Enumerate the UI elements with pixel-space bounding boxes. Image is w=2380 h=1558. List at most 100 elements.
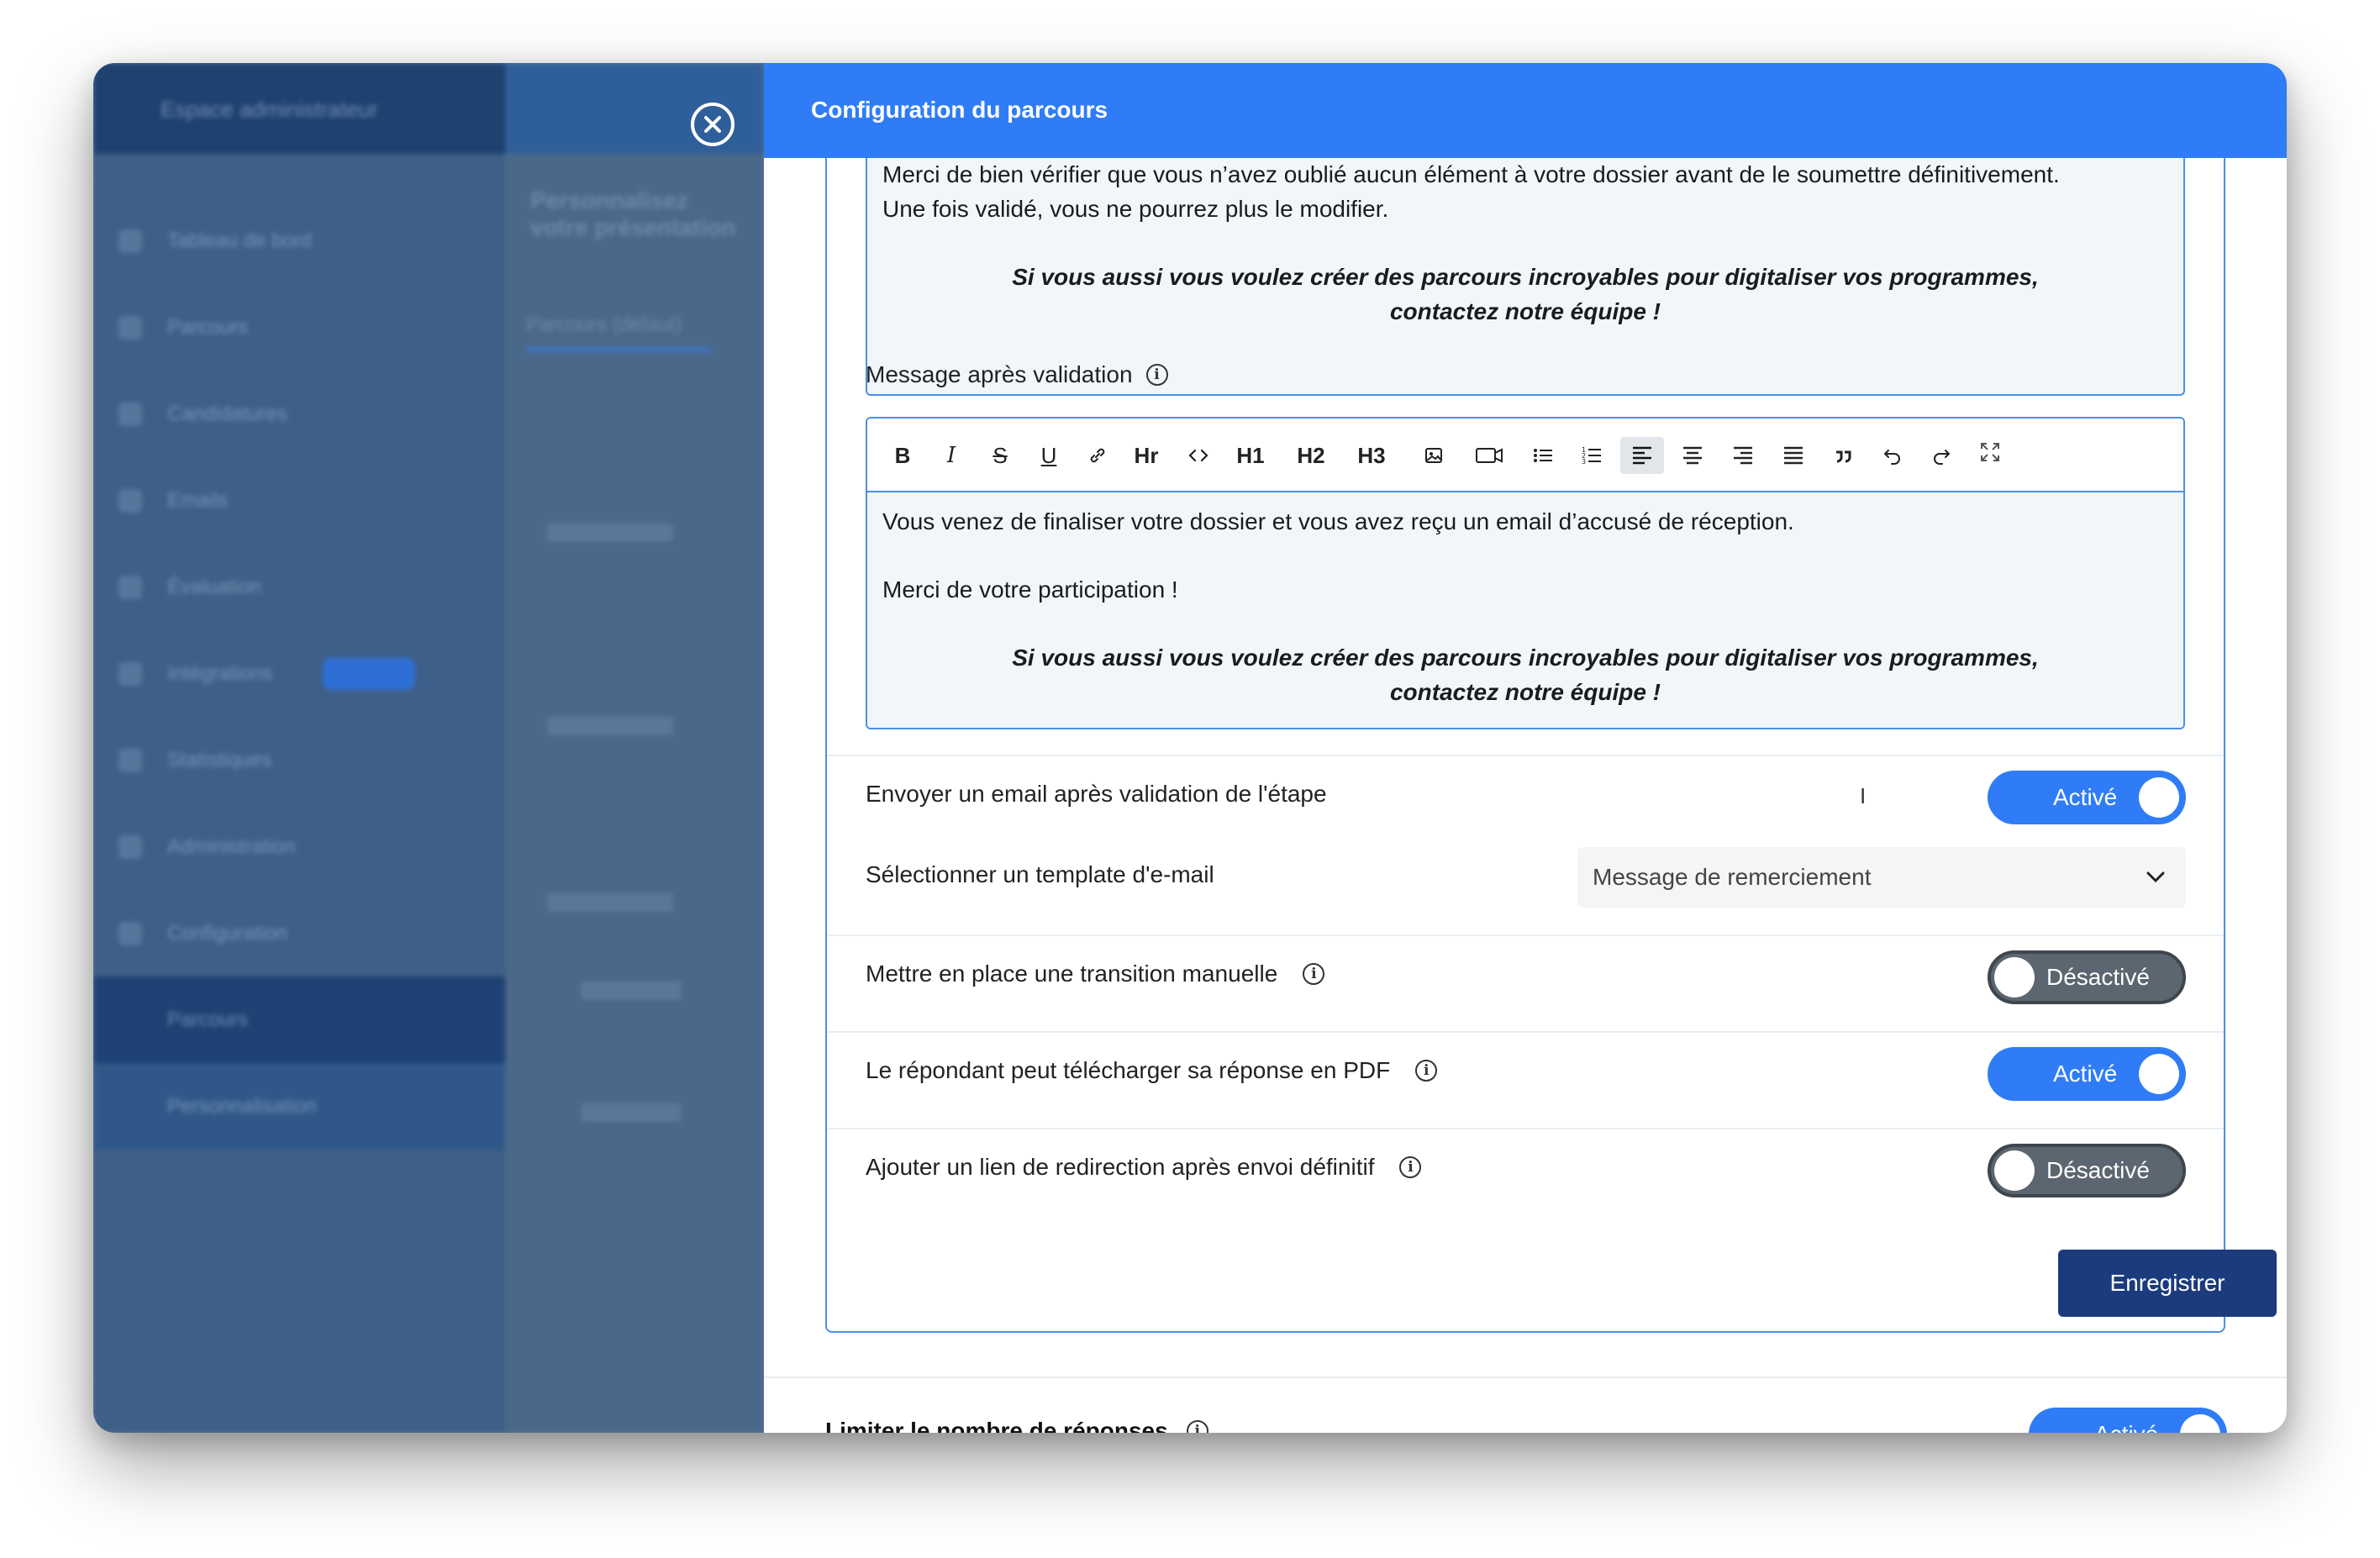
- code-icon[interactable]: [1180, 437, 1217, 474]
- blockquote-glyph: [1836, 450, 1851, 463]
- redirect-link-row: Ajouter un lien de redirection après env…: [866, 1154, 1422, 1181]
- info-icon[interactable]: i: [1303, 963, 1325, 985]
- pdf-download-label: Le répondant peut télécharger sa réponse…: [866, 1057, 1391, 1083]
- close-icon[interactable]: [691, 103, 735, 146]
- previous-editor-line: Une fois validé, vous ne pourrez plus le…: [882, 196, 1389, 222]
- editor-line: Vous venez de finaliser votre dossier et…: [882, 508, 1794, 534]
- email-template-value: Message de remerciement: [1593, 864, 1872, 890]
- toggle-state: Désactivé: [2046, 964, 2150, 990]
- code-glyph: [1188, 449, 1208, 462]
- link-glyph: [1090, 448, 1105, 463]
- bg-menu-icon: [118, 834, 142, 859]
- align-left-icon[interactable]: [1620, 437, 1664, 474]
- bg-tab-indicator: [526, 347, 711, 352]
- bold-button[interactable]: B: [884, 437, 921, 474]
- bg-block: [581, 1103, 682, 1122]
- horizontal-rule-button[interactable]: Hr: [1128, 437, 1165, 474]
- bg-menu-label: Administration: [167, 834, 296, 858]
- info-icon[interactable]: i: [1145, 364, 1168, 386]
- bg-menu-icon: [118, 229, 142, 253]
- editor-line: Merci de votre participation !: [882, 576, 1178, 603]
- video-icon[interactable]: [1471, 437, 1508, 474]
- bg-block: [547, 717, 673, 735]
- bg-menu-item: Évaluation: [93, 544, 505, 630]
- image-icon[interactable]: [1415, 437, 1452, 474]
- bg-brand: Espace administrateur: [161, 97, 378, 122]
- ordered-list-icon[interactable]: 123: [1573, 437, 1610, 474]
- limit-responses-toggle[interactable]: Activé: [2029, 1408, 2227, 1433]
- bg-topbar: Espace administrateur: [93, 63, 505, 154]
- bg-menu-label: Configuration: [167, 921, 287, 945]
- panel-title: Configuration du parcours: [811, 97, 1108, 123]
- blockquote-icon[interactable]: [1825, 437, 1862, 474]
- bg-menu-item: Administration: [93, 803, 505, 890]
- bg-menu-item: Parcours: [93, 284, 505, 371]
- align-justify-glyph: [1784, 446, 1803, 465]
- pdf-download-toggle[interactable]: Activé: [1988, 1047, 2186, 1101]
- bg-menu-item-active: Parcours: [93, 976, 505, 1063]
- bg-menu-label: Évaluation: [167, 575, 262, 598]
- italic-button[interactable]: I: [933, 437, 970, 474]
- strikethrough-button[interactable]: S: [982, 437, 1019, 474]
- editor-toolbar: B I S U Hr H1 H2 H3 1 2 3: [867, 418, 2183, 492]
- bg-menu-label: Candidatures: [167, 402, 287, 425]
- bg-page-title: Personnalisez votre présentation: [530, 187, 736, 240]
- divider: [827, 755, 2224, 756]
- pdf-download-row: Le répondant peut télécharger sa réponse…: [866, 1057, 1438, 1084]
- toggle-knob: [1994, 957, 2035, 997]
- email-template-label: Sélectionner un template d'e-mail: [866, 861, 1214, 887]
- send-email-label: Envoyer un email après validation de l'é…: [866, 781, 1327, 807]
- divider: [827, 1128, 2224, 1129]
- toggle-state: Désactivé: [2046, 1157, 2150, 1183]
- previous-editor-line: Merci de bien vérifier que vous n’avez o…: [882, 161, 2060, 187]
- info-icon[interactable]: i: [1415, 1060, 1438, 1082]
- text-cursor-icon: I: [1860, 783, 1867, 808]
- bg-menu-icon: [118, 315, 142, 339]
- heading3-button[interactable]: H3: [1353, 437, 1390, 474]
- redo-icon[interactable]: [1923, 437, 1960, 474]
- fullscreen-icon[interactable]: [1972, 434, 2009, 471]
- editor-emphasis: Si vous aussi vous voulez créer des parc…: [1012, 645, 2039, 671]
- bullet-list-icon[interactable]: [1524, 437, 1561, 474]
- bg-tab: Parcours (défaut): [526, 313, 682, 336]
- underline-button[interactable]: U: [1030, 437, 1067, 474]
- bg-menu-item: Statistiques: [93, 717, 505, 803]
- bg-menu-item: Intégrations: [93, 630, 505, 717]
- align-center-icon[interactable]: [1674, 437, 1711, 474]
- bg-block: [547, 524, 673, 542]
- bg-menu-icon: [118, 488, 142, 513]
- manual-transition-toggle[interactable]: Désactivé: [1988, 950, 2186, 1004]
- save-button[interactable]: Enregistrer: [2058, 1250, 2277, 1317]
- editor-content[interactable]: Vous venez de finaliser votre dossier et…: [867, 492, 2183, 728]
- previous-editor-content: Merci de bien vérifier que vous n’avez o…: [882, 157, 2168, 329]
- heading1-button[interactable]: H1: [1232, 437, 1269, 474]
- info-icon[interactable]: i: [1186, 1420, 1208, 1433]
- bullet-list-glyph: [1534, 449, 1552, 462]
- link-icon[interactable]: [1079, 437, 1116, 474]
- align-justify-icon[interactable]: [1775, 437, 1812, 474]
- email-template-select[interactable]: Message de remerciement: [1577, 847, 2186, 908]
- image-glyph: [1425, 448, 1442, 463]
- previous-editor-emphasis: Si vous aussi vous voulez créer des parc…: [1012, 264, 2039, 290]
- info-icon[interactable]: i: [1399, 1156, 1422, 1178]
- ordered-list-glyph: 123: [1582, 446, 1601, 466]
- align-left-glyph: [1633, 446, 1651, 465]
- send-email-toggle[interactable]: Activé: [1988, 771, 2186, 824]
- limit-responses-label: Limiter le nombre de réponses: [825, 1418, 1168, 1433]
- redirect-link-toggle[interactable]: Désactivé: [1988, 1144, 2186, 1197]
- configuration-panel: Configuration du parcours Merci de bien …: [764, 63, 2287, 1433]
- redirect-link-label: Ajouter un lien de redirection après env…: [866, 1154, 1375, 1180]
- align-right-icon[interactable]: [1724, 437, 1761, 474]
- bg-menu-icon: [118, 402, 142, 426]
- bg-menu-icon: [118, 661, 142, 686]
- undo-icon[interactable]: [1874, 437, 1911, 474]
- editor-emphasis: contactez notre équipe !: [1389, 679, 1661, 705]
- bg-menu-label: Intégrations: [167, 661, 273, 685]
- redo-glyph: [1934, 450, 1951, 465]
- heading2-button[interactable]: H2: [1293, 437, 1330, 474]
- toggle-knob: [2180, 1414, 2220, 1433]
- bg-block: [581, 982, 682, 1000]
- toggle-knob: [2139, 1054, 2179, 1094]
